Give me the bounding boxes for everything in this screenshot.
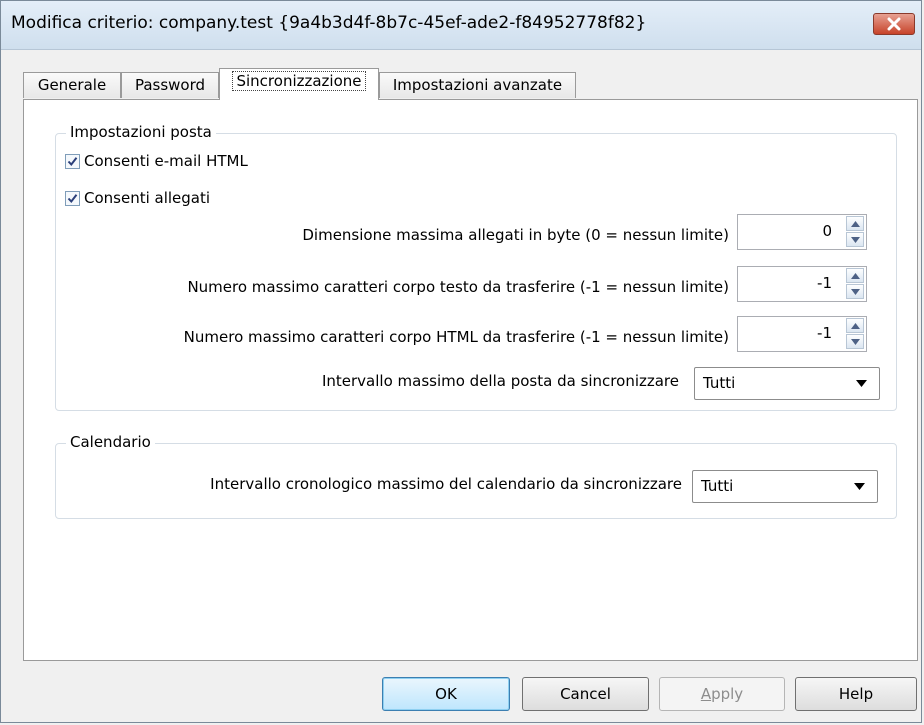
spin-up-button[interactable] [846, 216, 864, 231]
allow-attachments-label: Consenti allegati [84, 189, 211, 207]
spin-down-button[interactable] [846, 232, 864, 247]
tab-label: Password [134, 76, 206, 94]
max-html-spinner[interactable]: -1 [737, 316, 867, 352]
calendar-interval-label: Intervallo cronologico massimo del calen… [210, 475, 682, 493]
ok-button[interactable]: OK [382, 677, 510, 711]
group-title: Calendario [66, 433, 155, 451]
arrow-down-icon [851, 289, 860, 295]
mail-interval-select[interactable]: Tutti [694, 367, 880, 400]
tab-label: Sincronizzazione [232, 71, 366, 91]
select-value: Tutti [703, 374, 736, 392]
apply-label: pply [711, 685, 744, 703]
max-text-label: Numero massimo caratteri corpo testo da … [187, 278, 729, 296]
spinner-value: -1 [817, 324, 832, 342]
tab-generale[interactable]: Generale [23, 72, 121, 98]
allow-html-checkbox-row[interactable]: Consenti e-mail HTML [65, 151, 248, 171]
chevron-down-icon [854, 483, 865, 490]
spin-up-button[interactable] [846, 268, 864, 283]
allow-attachments-checkbox-row[interactable]: Consenti allegati [65, 188, 210, 208]
spinner-value: 0 [822, 222, 832, 240]
checkmark-icon [67, 156, 78, 166]
apply-mnemonic: A [700, 685, 712, 703]
allow-html-label: Consenti e-mail HTML [84, 152, 248, 170]
select-value: Tutti [701, 477, 734, 495]
arrow-up-icon [851, 273, 860, 279]
allow-attachments-checkbox[interactable] [65, 190, 80, 206]
max-attachment-spinner[interactable]: 0 [737, 214, 867, 250]
spinner-buttons [846, 216, 864, 248]
chevron-down-icon [856, 380, 867, 387]
tab-label: Generale [37, 76, 107, 94]
arrow-down-icon [851, 237, 860, 243]
help-button[interactable]: Help [795, 677, 917, 711]
title-bar: Modifica criterio: company.test {9a4b3d4… [1, 1, 921, 50]
group-title: Impostazioni posta [66, 123, 216, 141]
max-attachment-label: Dimensione massima allegati in byte (0 =… [302, 226, 729, 244]
spin-down-button[interactable] [846, 284, 864, 299]
calendar-interval-select[interactable]: Tutti [692, 470, 878, 503]
cancel-label: Cancel [560, 685, 611, 703]
max-text-spinner[interactable]: -1 [737, 266, 867, 302]
close-button[interactable] [873, 13, 915, 35]
spinner-buttons [846, 318, 864, 350]
checkmark-icon [67, 193, 78, 203]
arrow-down-icon [851, 339, 860, 345]
tab-password[interactable]: Password [121, 72, 219, 98]
tab-sincronizzazione[interactable]: Sincronizzazione [219, 68, 379, 100]
close-icon [887, 17, 901, 31]
window-title: Modifica criterio: company.test {9a4b3d4… [11, 13, 647, 33]
mail-interval-label: Intervallo massimo della posta da sincro… [321, 372, 679, 390]
spinner-buttons [846, 268, 864, 300]
ok-label: OK [435, 685, 457, 703]
help-label: Help [838, 685, 874, 703]
spin-down-button[interactable] [846, 334, 864, 349]
spinner-value: -1 [817, 274, 832, 292]
tab-label: Impostazioni avanzate [392, 76, 563, 94]
spin-up-button[interactable] [846, 318, 864, 333]
arrow-up-icon [851, 221, 860, 227]
cancel-button[interactable]: Cancel [522, 677, 649, 711]
policy-dialog: Modifica criterio: company.test {9a4b3d4… [0, 0, 922, 723]
tab-impostazioni-avanzate[interactable]: Impostazioni avanzate [379, 72, 576, 98]
max-html-label: Numero massimo caratteri corpo HTML da t… [183, 328, 729, 346]
allow-html-checkbox[interactable] [65, 153, 80, 169]
tab-panel: Impostazioni posta Consenti e-mail HTML … [23, 99, 918, 661]
apply-button[interactable]: Apply [659, 677, 785, 711]
arrow-up-icon [851, 323, 860, 329]
